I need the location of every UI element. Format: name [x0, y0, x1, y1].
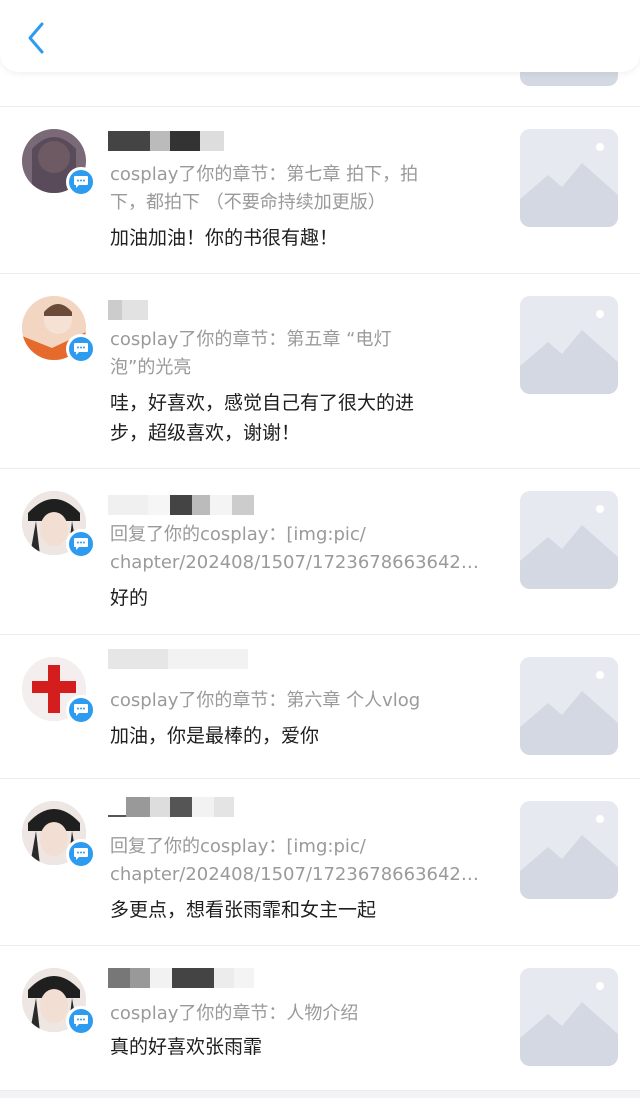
- activity-text: cosplay了你的章节：第七章 拍下，拍 下，都拍下 （不要命持续加更版）: [110, 161, 480, 217]
- chapter-thumbnail[interactable]: [520, 491, 618, 589]
- user-name-blurred: [108, 797, 234, 819]
- comment-badge-icon: [66, 334, 96, 364]
- chapter-thumbnail[interactable]: [520, 657, 618, 755]
- comment-line-1: 多更点，想看张雨霏和女主一起: [110, 899, 377, 921]
- list-item[interactable]: 回复了你的cosplay：[img:pic/ chapter/202408/15…: [0, 469, 640, 635]
- back-button[interactable]: [20, 18, 56, 58]
- comment-text: 真的好喜欢张雨霏: [110, 1032, 470, 1062]
- activity-line-1: cosplay了你的章节：第七章 拍下，拍: [110, 164, 419, 185]
- comment-badge-icon: [66, 839, 96, 869]
- comment-badge-icon: [66, 1006, 96, 1036]
- chapter-thumbnail[interactable]: [520, 968, 618, 1066]
- activity-text: cosplay了你的章节：人物介绍: [110, 1000, 480, 1028]
- user-name-blurred: [108, 300, 148, 322]
- chevron-left-icon: [28, 22, 44, 54]
- chapter-thumbnail[interactable]: [520, 296, 618, 394]
- list-item[interactable]: cosplay了你的章节：第六章 个人vlog 加油，你是最棒的，爱你: [0, 635, 640, 779]
- user-name-blurred: [108, 968, 254, 990]
- comment-badge-icon: [66, 529, 96, 559]
- comment-badge-icon: [66, 167, 96, 197]
- comment-line-1: 好的: [110, 587, 149, 609]
- activity-text: cosplay了你的章节：第五章 “电灯 泡”的光亮: [110, 326, 480, 382]
- user-name-blurred: [108, 649, 248, 671]
- user-name-blurred: [108, 131, 224, 153]
- comment-line-1: 加油，你是最棒的，爱你: [110, 725, 320, 747]
- activity-line-1: 回复了你的cosplay：[img:pic/: [110, 524, 366, 545]
- activity-line-1: cosplay了你的章节：第六章 个人vlog: [110, 690, 421, 711]
- chapter-thumbnail[interactable]: [520, 801, 618, 899]
- list-item[interactable]: cosplay了你的章节：第七章 拍下，拍 下，都拍下 （不要命持续加更版） 加…: [0, 107, 640, 274]
- activity-text: 回复了你的cosplay：[img:pic/ chapter/202408/15…: [110, 521, 480, 577]
- comment-text: 加油，你是最棒的，爱你: [110, 721, 470, 751]
- activity-line-1: cosplay了你的章节：人物介绍: [110, 1003, 359, 1024]
- comment-line-1: 加油加油！你的书很有趣！: [110, 227, 339, 249]
- activity-line-2: 泡”的光亮: [110, 357, 192, 378]
- list-item[interactable]: cosplay了你的章节：第五章 “电灯 泡”的光亮 哇，好喜欢，感觉自己有了很…: [0, 274, 640, 469]
- comment-badge-icon: [66, 695, 96, 725]
- user-name-blurred: [108, 495, 254, 517]
- activity-text: 回复了你的cosplay：[img:pic/ chapter/202408/15…: [110, 833, 480, 889]
- comment-line-2: 步，超级喜欢，谢谢！: [110, 422, 301, 444]
- comment-line-1: 哇，好喜欢，感觉自己有了很大的进: [110, 392, 415, 414]
- comment-line-1: 真的好喜欢张雨霏: [110, 1036, 263, 1058]
- activity-line-1: 回复了你的cosplay：[img:pic/: [110, 836, 366, 857]
- comment-text: 加油加油！你的书很有趣！: [110, 223, 470, 253]
- activity-line-2: 下，都拍下 （不要命持续加更版）: [110, 192, 386, 213]
- comment-text: 哇，好喜欢，感觉自己有了很大的进 步，超级喜欢，谢谢！: [110, 388, 470, 448]
- activity-text: cosplay了你的章节：第六章 个人vlog: [110, 687, 480, 715]
- list-item[interactable]: cosplay了你的章节：人物介绍 真的好喜欢张雨霏: [0, 946, 640, 1091]
- chapter-thumbnail[interactable]: [520, 129, 618, 227]
- list-item[interactable]: 回复了你的cosplay：[img:pic/ chapter/202408/15…: [0, 779, 640, 946]
- top-bar: [0, 0, 640, 72]
- activity-line-2: chapter/202408/1507/1723678663642-z ...: [110, 864, 480, 885]
- comment-text: 多更点，想看张雨霏和女主一起: [110, 895, 470, 925]
- activity-line-2: chapter/202408/1507/1723678663642-z ...: [110, 552, 480, 573]
- comment-text: 好的: [110, 583, 470, 613]
- activity-line-1: cosplay了你的章节：第五章 “电灯: [110, 329, 392, 350]
